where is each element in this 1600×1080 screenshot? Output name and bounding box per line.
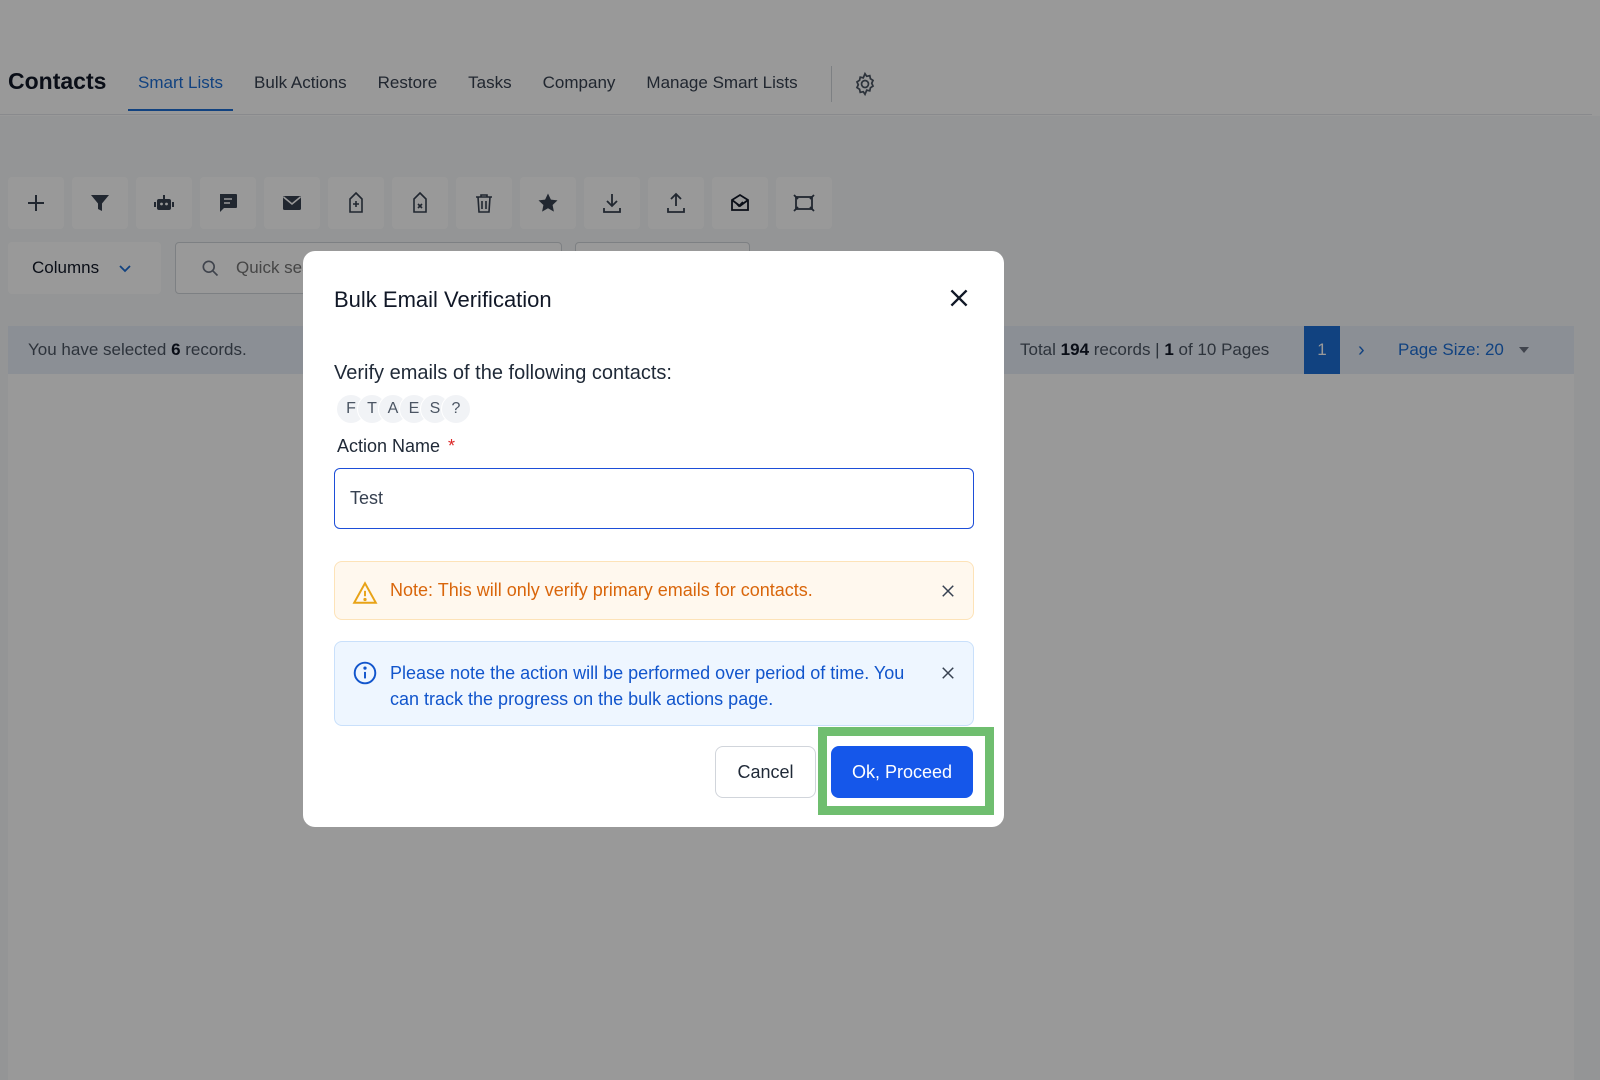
verify-prompt: Verify emails of the following contacts: (334, 362, 672, 384)
info-alert: Please note the action will be performed… (334, 641, 974, 726)
info-text: Please note the action will be performed… (390, 663, 905, 709)
warning-text: Note: This will only verify primary emai… (390, 580, 813, 600)
bulk-email-verification-modal: Bulk Email Verification Verify emails of… (303, 251, 1004, 827)
close-icon[interactable] (939, 582, 957, 600)
action-name-label: Action Name * (337, 436, 456, 456)
avatar: ? (441, 394, 471, 424)
modal-title: Bulk Email Verification (334, 287, 552, 312)
info-icon (353, 661, 377, 685)
warning-icon (352, 581, 378, 604)
cancel-button[interactable]: Cancel (715, 746, 816, 798)
warning-alert: Note: This will only verify primary emai… (334, 561, 974, 620)
contact-avatars: F T A E S ? (336, 394, 471, 424)
close-icon[interactable] (946, 285, 972, 311)
action-name-input[interactable] (334, 468, 974, 529)
close-icon[interactable] (939, 664, 957, 682)
ok-proceed-button[interactable]: Ok, Proceed (831, 746, 973, 798)
required-marker: * (448, 436, 456, 456)
